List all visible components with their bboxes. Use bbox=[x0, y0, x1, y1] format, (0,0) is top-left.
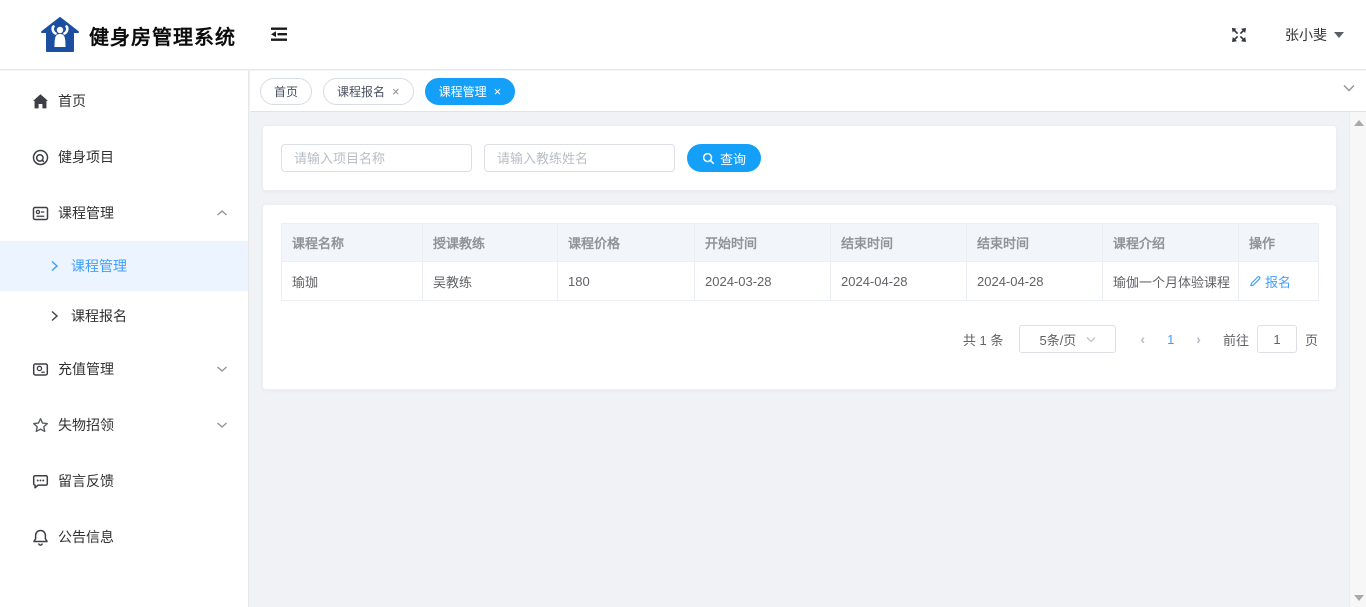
tab-home[interactable]: 首页 bbox=[260, 78, 312, 105]
current-page-number[interactable]: 1 bbox=[1153, 332, 1188, 347]
chevron-down-icon bbox=[216, 365, 228, 373]
edit-pen-icon bbox=[1249, 275, 1261, 287]
goto-label: 前往 bbox=[1223, 330, 1249, 349]
cell-course-name: 瑜珈 bbox=[282, 262, 423, 301]
chevron-right-icon bbox=[50, 260, 59, 272]
prev-page-button[interactable]: ‹ bbox=[1132, 331, 1153, 347]
col-start-time: 开始时间 bbox=[695, 224, 831, 262]
coach-name-input[interactable] bbox=[484, 144, 675, 172]
tab-course-signup[interactable]: 课程报名 × bbox=[323, 78, 414, 105]
chevron-right-icon bbox=[50, 310, 59, 322]
col-end-time-1: 结束时间 bbox=[831, 224, 967, 262]
chevron-up-icon bbox=[216, 209, 228, 217]
recharge-icon bbox=[32, 361, 49, 378]
fitness-project-icon bbox=[32, 149, 49, 166]
cell-start-time: 2024-03-28 bbox=[695, 262, 831, 301]
course-table-panel: 课程名称 授课教练 课程价格 开始时间 结束时间 结束时间 课程介绍 操作 瑜珈… bbox=[262, 204, 1337, 390]
sidebar-item-label: 失物招领 bbox=[58, 415, 114, 435]
vertical-scrollbar[interactable] bbox=[1349, 112, 1366, 607]
notice-icon bbox=[32, 529, 49, 546]
sidebar-item-label: 首页 bbox=[58, 91, 86, 111]
tab-close-icon[interactable]: × bbox=[392, 85, 400, 98]
app-header: 健身房管理系统 张小斐 bbox=[0, 0, 1366, 70]
col-end-time-2: 结束时间 bbox=[967, 224, 1103, 262]
col-course-name: 课程名称 bbox=[282, 224, 423, 262]
col-coach: 授课教练 bbox=[423, 224, 558, 262]
sidebar-fold-icon[interactable] bbox=[271, 27, 288, 47]
signup-link[interactable]: 报名 bbox=[1249, 272, 1291, 291]
sidebar-item-feedback[interactable]: 留言反馈 bbox=[0, 453, 248, 509]
query-button-label: 查询 bbox=[720, 149, 746, 168]
user-name: 张小斐 bbox=[1285, 25, 1327, 45]
table-header-row: 课程名称 授课教练 课程价格 开始时间 结束时间 结束时间 课程介绍 操作 bbox=[282, 224, 1319, 262]
course-table: 课程名称 授课教练 课程价格 开始时间 结束时间 结束时间 课程介绍 操作 瑜珈… bbox=[281, 223, 1319, 301]
next-page-button[interactable]: › bbox=[1188, 331, 1209, 347]
signup-link-label: 报名 bbox=[1265, 272, 1291, 291]
tab-label: 首页 bbox=[274, 83, 298, 100]
user-caret-down-icon bbox=[1334, 32, 1344, 38]
scroll-up-arrow-icon[interactable] bbox=[1354, 120, 1364, 126]
sidebar-item-notice[interactable]: 公告信息 bbox=[0, 509, 248, 565]
feedback-icon bbox=[32, 473, 49, 490]
query-button[interactable]: 查询 bbox=[687, 144, 761, 172]
sidebar-item-label: 课程管理 bbox=[58, 203, 114, 223]
tab-close-icon[interactable]: × bbox=[494, 85, 502, 98]
fullscreen-icon[interactable] bbox=[1231, 27, 1247, 43]
cell-end-time-1: 2024-04-28 bbox=[831, 262, 967, 301]
user-menu[interactable]: 张小斐 bbox=[1285, 25, 1344, 45]
home-icon bbox=[32, 93, 49, 110]
scroll-down-arrow-icon[interactable] bbox=[1354, 595, 1364, 601]
sidebar-item-course-manage[interactable]: 课程管理 bbox=[0, 185, 248, 241]
sidebar-item-label: 健身项目 bbox=[58, 147, 114, 167]
cell-end-time-2: 2024-04-28 bbox=[967, 262, 1103, 301]
app-logo: 健身房管理系统 bbox=[40, 17, 236, 53]
sidebar-subitem-course-manage[interactable]: 课程管理 bbox=[0, 241, 248, 291]
goto-page-input[interactable] bbox=[1257, 325, 1297, 353]
lost-found-icon bbox=[32, 417, 49, 434]
sidebar-item-label: 充值管理 bbox=[58, 359, 114, 379]
table-row: 瑜珈 吴教练 180 2024-03-28 2024-04-28 2024-04… bbox=[282, 262, 1319, 301]
sidebar-subitem-course-signup[interactable]: 课程报名 bbox=[0, 291, 248, 341]
sidebar-subitem-label: 课程管理 bbox=[71, 256, 127, 276]
tab-label: 课程管理 bbox=[439, 83, 487, 100]
chevron-down-icon bbox=[216, 421, 228, 429]
sidebar-item-recharge[interactable]: 充值管理 bbox=[0, 341, 248, 397]
course-manage-icon bbox=[32, 205, 49, 222]
col-price: 课程价格 bbox=[558, 224, 695, 262]
select-chevron-down-icon bbox=[1086, 336, 1096, 343]
tabbar-chevron-down-icon[interactable] bbox=[1342, 83, 1356, 93]
page-unit-label: 页 bbox=[1305, 330, 1318, 349]
tab-label: 课程报名 bbox=[337, 83, 385, 100]
page-size-value: 5条/页 bbox=[1039, 330, 1076, 349]
pagination: 共 1 条 5条/页 ‹ 1 › 前往 页 bbox=[281, 325, 1318, 353]
page-size-select[interactable]: 5条/页 bbox=[1019, 325, 1116, 353]
tags-view-bar: 首页 课程报名 × 课程管理 × bbox=[250, 71, 1366, 112]
main-content: 查询 课程名称 授课教练 课程价格 开始时间 结束时间 结束时间 课程介绍 操作 bbox=[249, 112, 1349, 607]
pagination-total: 共 1 条 bbox=[963, 330, 1003, 349]
sidebar-item-home[interactable]: 首页 bbox=[0, 73, 248, 129]
cell-intro: 瑜伽一个月体验课程 bbox=[1103, 262, 1239, 301]
app-title: 健身房管理系统 bbox=[89, 21, 236, 50]
cell-price: 180 bbox=[558, 262, 695, 301]
col-actions: 操作 bbox=[1239, 224, 1319, 262]
search-panel: 查询 bbox=[262, 125, 1337, 191]
sidebar-nav: 首页 健身项目 课程管理 课程管理 bbox=[0, 71, 249, 607]
sidebar-item-lost-found[interactable]: 失物招领 bbox=[0, 397, 248, 453]
project-name-input[interactable] bbox=[281, 144, 472, 172]
sidebar-item-label: 公告信息 bbox=[58, 527, 114, 547]
col-intro: 课程介绍 bbox=[1103, 224, 1239, 262]
sidebar-item-fitness-project[interactable]: 健身项目 bbox=[0, 129, 248, 185]
cell-coach: 吴教练 bbox=[423, 262, 558, 301]
gym-logo-icon bbox=[40, 17, 80, 53]
search-icon bbox=[702, 152, 715, 165]
tab-course-manage[interactable]: 课程管理 × bbox=[425, 78, 516, 105]
sidebar-subitem-label: 课程报名 bbox=[71, 306, 127, 326]
sidebar-item-label: 留言反馈 bbox=[58, 471, 114, 491]
